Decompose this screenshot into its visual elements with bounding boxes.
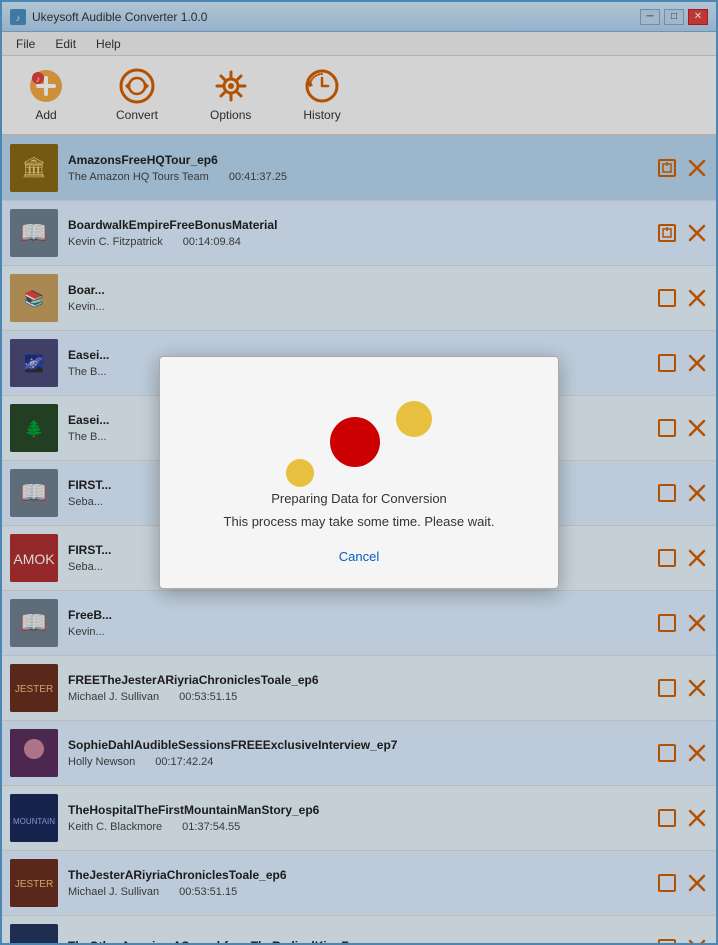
dot-2 — [396, 401, 432, 437]
dot-1 — [286, 459, 314, 487]
animation-area — [180, 387, 538, 467]
conversion-dialog: Preparing Data for Conversion This proce… — [159, 356, 559, 590]
dot-red — [330, 417, 380, 467]
dialog-cancel-area: Cancel — [180, 549, 538, 564]
dialog-line2: This process may take some time. Please … — [180, 510, 538, 533]
dialog-line1: Preparing Data for Conversion — [180, 487, 538, 510]
cancel-button[interactable]: Cancel — [339, 549, 379, 564]
dialog-message: Preparing Data for Conversion This proce… — [180, 487, 538, 534]
overlay: Preparing Data for Conversion This proce… — [0, 0, 718, 945]
